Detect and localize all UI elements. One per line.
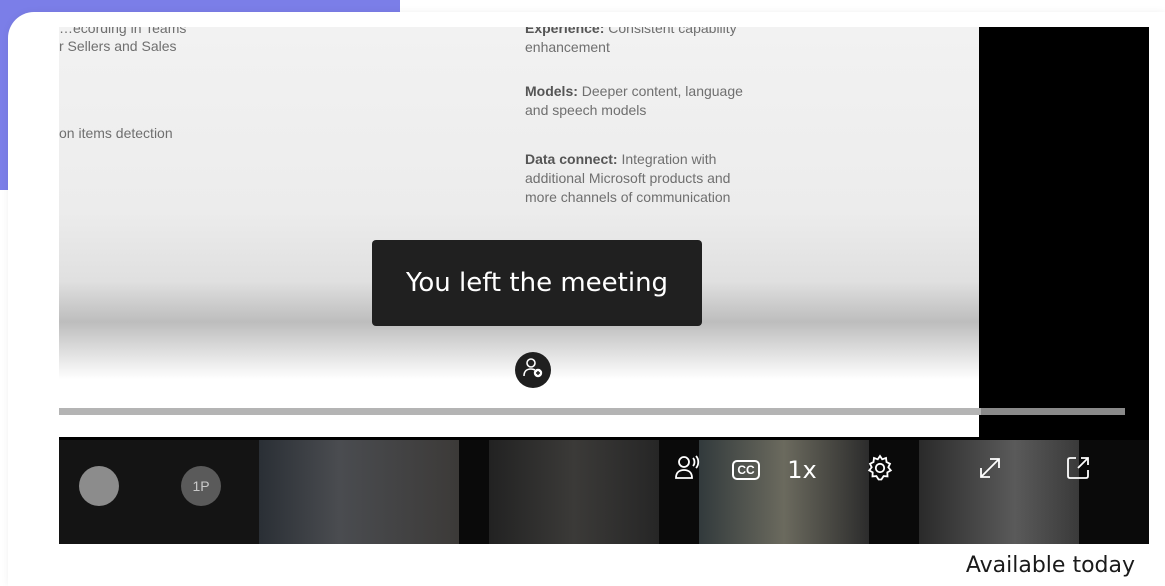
progress-bar-fill <box>59 408 982 415</box>
progress-bar[interactable] <box>59 408 1125 415</box>
experience-text-2: enhancement <box>525 39 610 55</box>
captions-icon: CC <box>732 460 760 480</box>
models-label: Models: <box>525 83 578 99</box>
slide-left-line-2: r Sellers and Sales <box>59 38 177 54</box>
rejoin-button[interactable] <box>515 352 551 388</box>
captions-button[interactable]: CC <box>723 447 769 493</box>
availability-caption: Available today <box>965 553 1135 578</box>
expand-icon <box>976 454 1004 487</box>
player-controls: CC 1x <box>649 447 1149 517</box>
slide-models: Models: Deeper content, language and spe… <box>525 82 743 120</box>
participant-video <box>259 440 459 544</box>
models-text: Deeper content, language <box>581 83 743 99</box>
slide-data-connect: Data connect: Integration with additiona… <box>525 150 730 207</box>
slide-experience: Experience: Consistent capability enhanc… <box>525 27 737 57</box>
avatar <box>79 466 119 506</box>
playback-speed-button[interactable]: 1x <box>779 447 825 493</box>
experience-text: Consistent capability <box>608 27 737 36</box>
gear-icon <box>865 453 895 488</box>
playback-speed-label: 1x <box>787 456 817 484</box>
person-add-icon <box>521 356 545 385</box>
data-connect-text-2: additional Microsoft products and <box>525 170 731 186</box>
open-external-icon <box>1064 454 1092 487</box>
participant-video <box>489 440 659 544</box>
pop-out-button[interactable] <box>1055 447 1101 493</box>
video-player[interactable]: …ecording in Teams r Sellers and Sales o… <box>59 27 1149 544</box>
data-connect-label: Data connect: <box>525 151 618 167</box>
speaker-person-icon <box>673 453 703 488</box>
fullscreen-button[interactable] <box>967 447 1013 493</box>
slide-left-line-3: on items detection <box>59 125 173 141</box>
avatar: 1P <box>181 466 221 506</box>
audio-description-button[interactable] <box>665 447 711 493</box>
models-text-2: and speech models <box>525 102 647 118</box>
data-connect-text: Integration with <box>621 151 717 167</box>
participant-tile: 1P <box>59 440 259 544</box>
settings-button[interactable] <box>857 447 903 493</box>
left-meeting-toast: You left the meeting <box>372 240 702 326</box>
experience-label: Experience: <box>525 27 605 36</box>
data-connect-text-3: more channels of communication <box>525 189 731 205</box>
